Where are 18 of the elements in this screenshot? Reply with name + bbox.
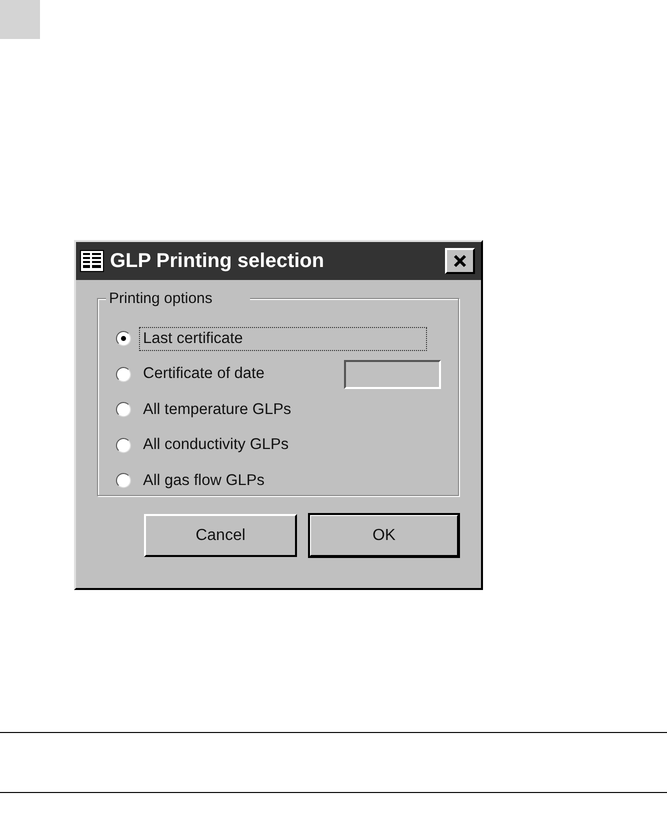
page-marker [0, 0, 40, 39]
close-icon [453, 254, 467, 268]
group-label: Printing options [106, 290, 250, 307]
radio-button[interactable] [116, 438, 131, 453]
window-title: GLP Printing selection [110, 250, 326, 272]
close-button[interactable] [445, 248, 475, 274]
option-label[interactable]: All conductivity GLPs [139, 433, 293, 458]
cancel-button[interactable]: Cancel [144, 514, 297, 557]
ok-button[interactable]: OK [309, 514, 459, 557]
radio-button[interactable] [116, 331, 131, 346]
radio-button[interactable] [116, 366, 131, 382]
option-label[interactable]: Certificate of date [139, 362, 268, 386]
option-label[interactable]: All gas flow GLPs [139, 468, 268, 493]
radio-button[interactable] [116, 402, 131, 418]
list-icon [80, 250, 104, 272]
option-label[interactable]: Last certificate [139, 326, 427, 351]
radio-button[interactable] [116, 473, 131, 488]
option-label[interactable]: All temperature GLPs [139, 398, 296, 422]
